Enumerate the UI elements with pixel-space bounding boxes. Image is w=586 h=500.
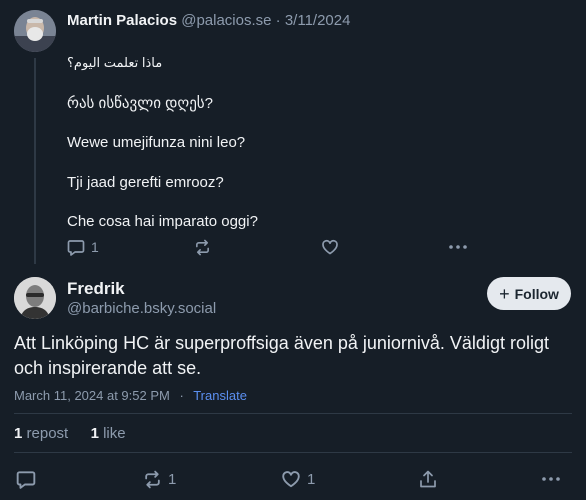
plus-icon: + <box>499 283 510 304</box>
post-text: Att Linköping HC är superproffsiga även … <box>14 333 549 378</box>
reposts-stat[interactable]: 1 repost <box>14 425 72 442</box>
like-label: like <box>103 425 126 442</box>
parent-repost-button[interactable] <box>194 238 211 256</box>
parent-like-button[interactable] <box>321 238 339 256</box>
post-meta: March 11, 2024 at 9:52 PM · Translate <box>14 388 247 403</box>
main-author-name[interactable]: Fredrik <box>67 279 125 299</box>
parent-more-button[interactable] <box>449 238 467 256</box>
share-button[interactable] <box>419 469 437 489</box>
likes-stat[interactable]: 1 like <box>91 425 126 442</box>
repost-icon <box>143 470 162 489</box>
main-author-handle[interactable]: @barbiche.bsky.social <box>67 300 216 317</box>
parent-post-line: რას ისწავლი დღეს? <box>67 95 213 112</box>
parent-author-handle[interactable]: @palacios.se <box>181 12 271 29</box>
parent-reply-button[interactable]: 1 <box>67 238 99 256</box>
parent-post-date[interactable]: 3/11/2024 <box>285 12 351 29</box>
meta-separator: · <box>179 388 184 403</box>
divider <box>14 413 572 414</box>
parent-post-line: Wewe umejifunza nini leo? <box>67 134 246 151</box>
parent-reply-count: 1 <box>91 239 99 255</box>
parent-post-line: ماذا تعلمت اليوم؟ <box>67 55 163 70</box>
parent-author-name[interactable]: Martin Palacios <box>67 12 177 29</box>
reply-icon <box>16 470 36 489</box>
follow-label: Follow <box>514 285 559 302</box>
parent-author-avatar[interactable] <box>14 10 56 52</box>
reply-button[interactable] <box>16 469 36 489</box>
engagement-stats: 1 repost 1 like <box>14 425 126 442</box>
share-icon <box>419 470 437 489</box>
like-icon <box>321 239 339 255</box>
like-count: 1 <box>90 425 99 442</box>
parent-post-header: Martin Palacios @palacios.se · 3/11/2024 <box>67 12 350 29</box>
parent-post-line: Che cosa hai imparato oggi? <box>67 213 258 230</box>
thread-line <box>34 58 36 264</box>
reply-icon <box>67 239 85 256</box>
translate-link[interactable]: Translate <box>193 388 247 403</box>
header-separator: · <box>275 12 281 29</box>
repost-button[interactable]: 1 <box>143 469 176 489</box>
divider <box>14 452 572 453</box>
post-timestamp[interactable]: March 11, 2024 at 9:52 PM <box>14 388 170 403</box>
like-icon <box>281 470 301 488</box>
follow-button[interactable]: + Follow <box>487 277 571 310</box>
repost-icon <box>194 239 211 256</box>
more-icon <box>542 477 560 481</box>
more-button[interactable] <box>542 469 560 489</box>
repost-action-count: 1 <box>168 470 177 488</box>
repost-count: 1 <box>14 425 23 442</box>
like-button[interactable]: 1 <box>281 469 315 489</box>
like-action-count: 1 <box>307 470 316 488</box>
repost-label: repost <box>26 425 69 442</box>
more-icon <box>449 245 467 249</box>
avatar-portrait <box>14 277 56 319</box>
parent-post-line: Tji jaad gerefti emrooz? <box>67 174 224 191</box>
avatar-portrait <box>14 10 56 52</box>
main-author-avatar[interactable] <box>14 277 56 319</box>
